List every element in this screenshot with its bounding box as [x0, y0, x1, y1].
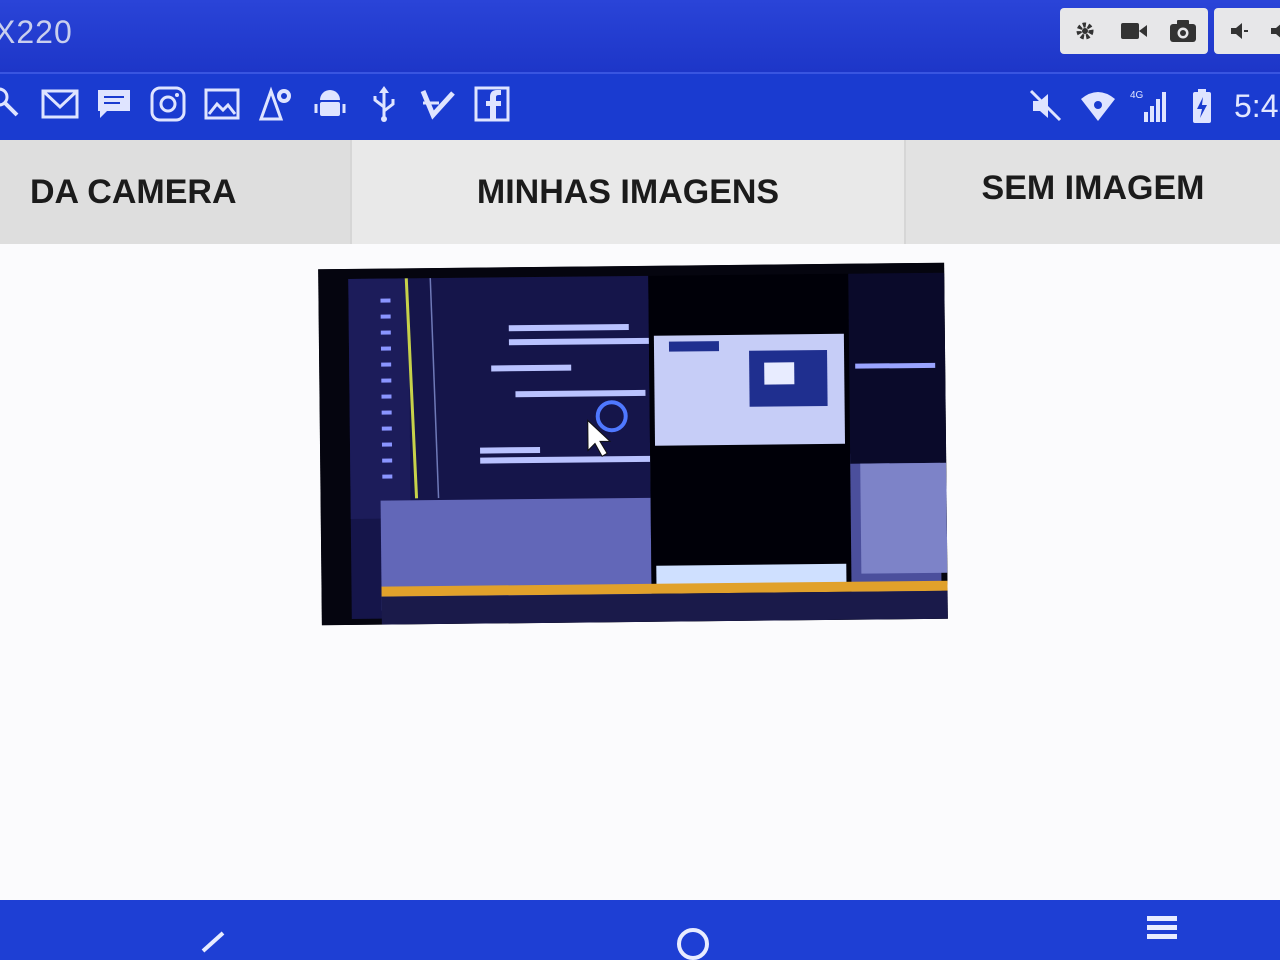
notification-icons — [0, 84, 512, 124]
gallery-icon — [202, 84, 242, 124]
content-area — [0, 244, 1280, 900]
camera-icon[interactable] — [1168, 16, 1198, 46]
window-title: X220 — [0, 14, 73, 50]
status-clock: 5:48 P — [1234, 87, 1280, 124]
tab-minhas-imagens[interactable]: MINHAS IMAGENS — [350, 140, 906, 244]
mute-icon — [1026, 86, 1066, 126]
signal-icon: 4G — [1130, 86, 1170, 126]
message-icon — [94, 84, 134, 124]
tab-da-camera[interactable]: DA CAMERA — [0, 140, 350, 244]
back-icon[interactable] — [184, 920, 234, 960]
wifi-icon — [1078, 86, 1118, 126]
gmail-icon — [40, 84, 80, 124]
tab-bar: DA CAMERA MINHAS IMAGENS SEM IMAGEM — [0, 140, 1280, 244]
system-icons: 4G 5:48 P — [1026, 86, 1280, 126]
navigation-bar — [0, 900, 1280, 960]
maps-icon — [256, 84, 296, 124]
search-icon — [0, 84, 26, 124]
menu-icon[interactable] — [1136, 908, 1186, 948]
facebook-icon — [472, 84, 512, 124]
volume-down-icon[interactable] — [1224, 16, 1254, 46]
battery-icon — [1182, 86, 1222, 126]
image-preview — [318, 262, 948, 626]
instagram-icon — [148, 84, 188, 124]
gear-icon[interactable] — [1070, 16, 1100, 46]
volume-controls — [1214, 8, 1280, 54]
home-icon[interactable] — [668, 920, 718, 960]
status-bar: 4G 5:48 P — [0, 72, 1280, 140]
emulator-screen: X220 4G 5:4 DA CAMERA MINHAS IMAGENS SEM… — [0, 0, 1280, 960]
network-label: 4G — [1130, 90, 1144, 101]
check-icon — [418, 84, 458, 124]
android-debug-icon — [310, 84, 350, 124]
emulator-title-bar: X220 — [0, 0, 1280, 72]
tab-sem-imagem[interactable]: SEM IMAGEM — [906, 140, 1280, 244]
video-camera-icon[interactable] — [1119, 16, 1149, 46]
usb-icon — [364, 84, 404, 124]
volume-up-icon[interactable] — [1264, 16, 1280, 46]
emulator-toolbar — [1060, 8, 1208, 54]
